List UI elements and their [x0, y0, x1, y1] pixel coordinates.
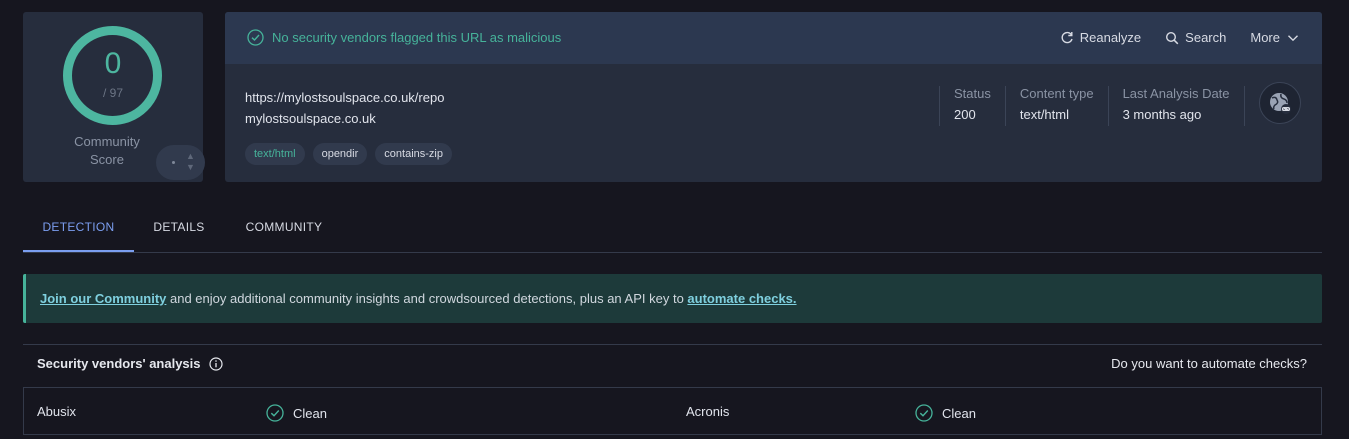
scanned-url[interactable]: https://mylostsoulspace.co.uk/repo: [245, 87, 444, 108]
tab-detection[interactable]: DETECTION: [23, 208, 134, 252]
meta-content-type: Content type text/html: [1004, 86, 1108, 126]
join-community-banner: Join our Community and enjoy additional …: [23, 274, 1322, 323]
last-analysis-value: 3 months ago: [1122, 107, 1202, 122]
tag-opendir[interactable]: opendir: [312, 143, 368, 165]
search-button[interactable]: Search: [1165, 30, 1226, 45]
tag-contains-zip[interactable]: contains-zip: [375, 143, 452, 165]
vendors-header: Security vendors' analysis Do you want t…: [23, 345, 1322, 382]
info-icon[interactable]: [208, 356, 223, 371]
status-label: Status: [954, 86, 991, 101]
community-score-label: Community Score: [74, 134, 140, 167]
more-dropdown[interactable]: More: [1250, 30, 1300, 45]
automate-checks-prompt[interactable]: Do you want to automate checks?: [1111, 356, 1307, 371]
vendor-result: Clean: [915, 404, 976, 422]
meta-last-analysis: Last Analysis Date 3 months ago: [1107, 86, 1245, 126]
url-summary-card: No security vendors flagged this URL as …: [225, 12, 1322, 182]
refresh-icon: [1061, 31, 1073, 43]
tab-bar: DETECTION DETAILS COMMUNITY: [23, 208, 1322, 253]
vendor-result: Clean: [266, 404, 327, 422]
join-community-link[interactable]: Join our Community: [40, 291, 166, 306]
check-circle-icon: [247, 29, 264, 46]
vendor-name: Acronis: [686, 404, 730, 419]
verdict-banner: No security vendors flagged this URL as …: [225, 12, 1322, 64]
tab-community[interactable]: COMMUNITY: [228, 208, 340, 252]
automate-checks-link[interactable]: automate checks.: [687, 291, 796, 306]
check-circle-icon: [915, 404, 933, 422]
vendor-row: Abusix Clean Acronis Clean: [23, 387, 1322, 435]
vendor-total: / 97: [102, 86, 123, 100]
vendors-analysis-section: Security vendors' analysis Do you want t…: [23, 344, 1322, 439]
tag-list: text/html opendir contains-zip: [245, 143, 452, 165]
result-label: Clean: [942, 405, 976, 421]
join-community-text: Join our Community and enjoy additional …: [40, 291, 797, 306]
meta-info: Status 200 Content type text/html Last A…: [939, 86, 1245, 126]
content-type-value: text/html: [1019, 107, 1069, 122]
content-type-label: Content type: [1019, 86, 1094, 101]
vendors-title-text: Security vendors' analysis: [37, 356, 201, 371]
tab-details[interactable]: DETAILS: [136, 208, 222, 252]
last-analysis-label: Last Analysis Date: [1122, 86, 1230, 101]
reanalyze-label: Reanalyze: [1079, 30, 1142, 45]
reanalyze-button[interactable]: Reanalyze: [1060, 30, 1141, 45]
detection-count: 0: [104, 47, 122, 80]
search-label: Search: [1185, 30, 1227, 45]
url-graph-button[interactable]: [1259, 82, 1301, 124]
verdict-text: No security vendors flagged this URL as …: [272, 30, 562, 45]
search-icon: [1166, 31, 1179, 44]
more-label: More: [1250, 30, 1280, 45]
vote-arrows-icon[interactable]: ▲ ▼: [186, 151, 195, 173]
score-dot: [172, 161, 175, 164]
verdict-message: No security vendors flagged this URL as …: [247, 29, 561, 46]
check-circle-icon: [266, 404, 284, 422]
result-label: Clean: [293, 405, 327, 421]
vendor-name: Abusix: [37, 404, 77, 419]
meta-status: Status 200: [939, 86, 1005, 126]
join-middle-text: and enjoy additional community insights …: [166, 291, 688, 306]
scanned-domain[interactable]: mylostsoulspace.co.uk: [245, 108, 444, 129]
community-score-vote[interactable]: ▲ ▼: [156, 145, 205, 180]
chevron-down-icon: [1288, 34, 1298, 41]
status-value: 200: [954, 107, 976, 122]
globe-link-icon: [1270, 93, 1291, 114]
url-info: https://mylostsoulspace.co.uk/repo mylos…: [245, 87, 444, 129]
vendors-title: Security vendors' analysis: [37, 356, 223, 371]
tag-content-type[interactable]: text/html: [245, 143, 305, 165]
detection-score-card: 0 / 97 Community Score ▲ ▼: [23, 12, 205, 182]
